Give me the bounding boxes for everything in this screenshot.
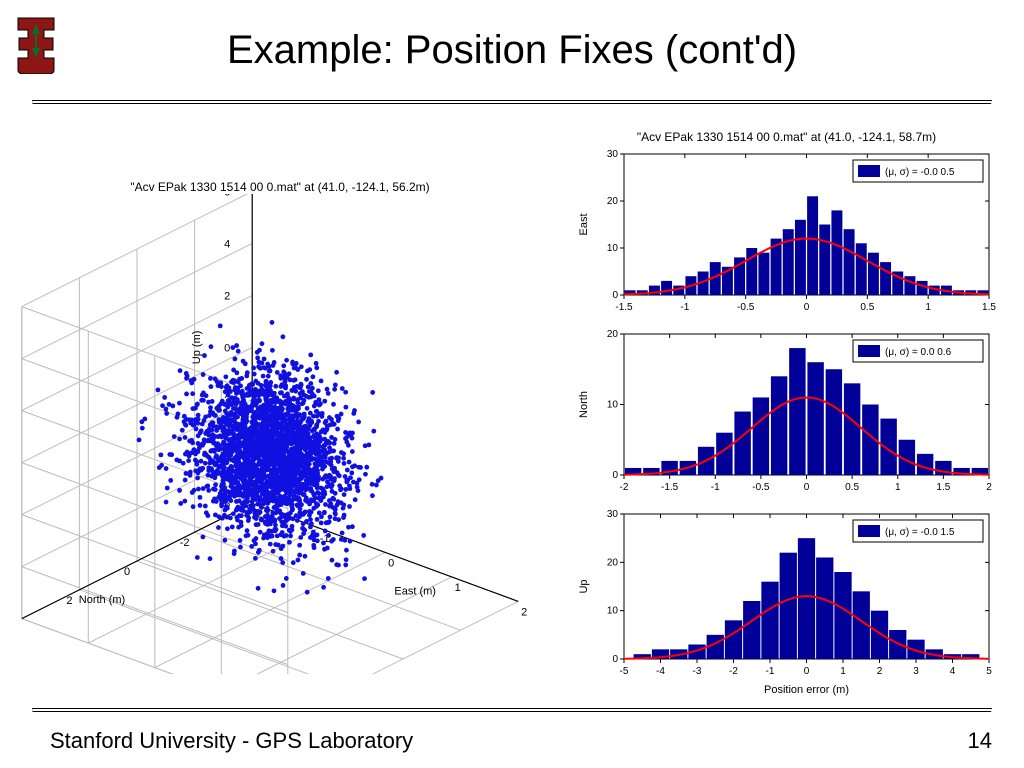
svg-text:(μ, σ) = 0.0 0.6: (μ, σ) = 0.0 0.6 [885,347,952,358]
svg-text:0: 0 [804,302,810,313]
svg-text:2: 2 [986,482,992,493]
svg-text:10: 10 [607,243,619,254]
scatter3d-chart: -6-4-20246-4-2024-2-1012Up (m)North (m)E… [20,194,540,674]
svg-text:10: 10 [607,400,619,411]
svg-text:20: 20 [607,196,619,207]
divider-top [32,100,992,104]
svg-text:5: 5 [986,666,992,677]
svg-text:2: 2 [521,606,527,618]
svg-text:-2: -2 [180,537,190,549]
hist-north: -2-1.5-1-0.500.511.5201020North(μ, σ) = … [569,324,1004,499]
svg-text:4: 4 [950,666,956,677]
svg-text:-3: -3 [693,666,702,677]
chart-title-right: "Acv EPak 1330 1514 00 0.mat" at (41.0, … [569,130,1004,144]
svg-text:6: 6 [224,194,230,198]
slide: Example: Position Fixes (cont'd) "Acv EP… [0,0,1024,768]
svg-text:0: 0 [612,290,618,301]
svg-text:0: 0 [612,654,618,665]
svg-text:30: 30 [607,509,619,520]
histograms-panel: "Acv EPak 1330 1514 00 0.mat" at (41.0, … [569,130,1004,695]
scatter3d-panel: "Acv EPak 1330 1514 00 0.mat" at (41.0, … [20,130,540,690]
svg-text:-5: -5 [620,666,629,677]
svg-text:2: 2 [66,595,72,607]
svg-text:-0.5: -0.5 [752,482,770,493]
svg-text:1.5: 1.5 [982,302,996,313]
svg-text:-1.5: -1.5 [615,302,633,313]
svg-text:Position error (m): Position error (m) [764,684,849,696]
svg-text:0: 0 [804,666,810,677]
svg-text:North (m): North (m) [79,594,125,606]
svg-text:-4: -4 [656,666,665,677]
slide-title: Example: Position Fixes (cont'd) [0,28,1024,73]
svg-text:-0.5: -0.5 [737,302,755,313]
svg-text:1: 1 [840,666,846,677]
svg-text:1: 1 [455,582,461,594]
svg-text:20: 20 [607,557,619,568]
svg-text:East (m): East (m) [394,585,436,597]
svg-text:1.5: 1.5 [936,482,950,493]
svg-text:1: 1 [895,482,901,493]
svg-text:0: 0 [804,482,810,493]
footer-text: Stanford University - GPS Laboratory [50,728,413,754]
svg-text:0.5: 0.5 [860,302,874,313]
svg-text:0: 0 [612,470,618,481]
chart-title-3d: "Acv EPak 1330 1514 00 0.mat" at (41.0, … [20,180,540,194]
svg-text:(μ, σ) = -0.0 1.5: (μ, σ) = -0.0 1.5 [885,527,955,538]
svg-text:(μ, σ) = -0.0 0.5: (μ, σ) = -0.0 0.5 [885,167,955,178]
svg-text:2: 2 [877,666,883,677]
svg-text:East: East [578,213,590,235]
svg-text:-1.5: -1.5 [661,482,679,493]
svg-text:-2: -2 [729,666,738,677]
svg-text:30: 30 [607,149,619,160]
svg-text:0: 0 [124,566,130,578]
svg-text:-1: -1 [711,482,720,493]
svg-text:3: 3 [913,666,919,677]
svg-text:2: 2 [224,290,230,302]
svg-text:20: 20 [607,329,619,340]
svg-text:10: 10 [607,606,619,617]
hist-east: -1.5 -1 -0.5 0 0.5 1 1.5 0 10 20 30 East (μ, σ) = -0… [569,144,1004,319]
svg-text:North: North [578,391,590,418]
svg-text:0.5: 0.5 [845,482,859,493]
svg-text:4: 4 [224,238,230,250]
hist-up: -5 -4 -3 -2 -1 0 1 2 3 4 5 0 10 20 30 Up Position error … [569,504,1004,699]
svg-text:-1: -1 [766,666,775,677]
divider-bottom [32,708,992,712]
page-number: 14 [968,728,992,754]
svg-text:-1: -1 [680,302,689,313]
svg-text:0: 0 [224,342,230,354]
svg-text:Up (m): Up (m) [191,331,203,365]
svg-text:-2: -2 [620,482,629,493]
svg-text:Up: Up [578,579,590,593]
svg-text:1: 1 [925,302,931,313]
svg-text:0: 0 [388,557,394,569]
